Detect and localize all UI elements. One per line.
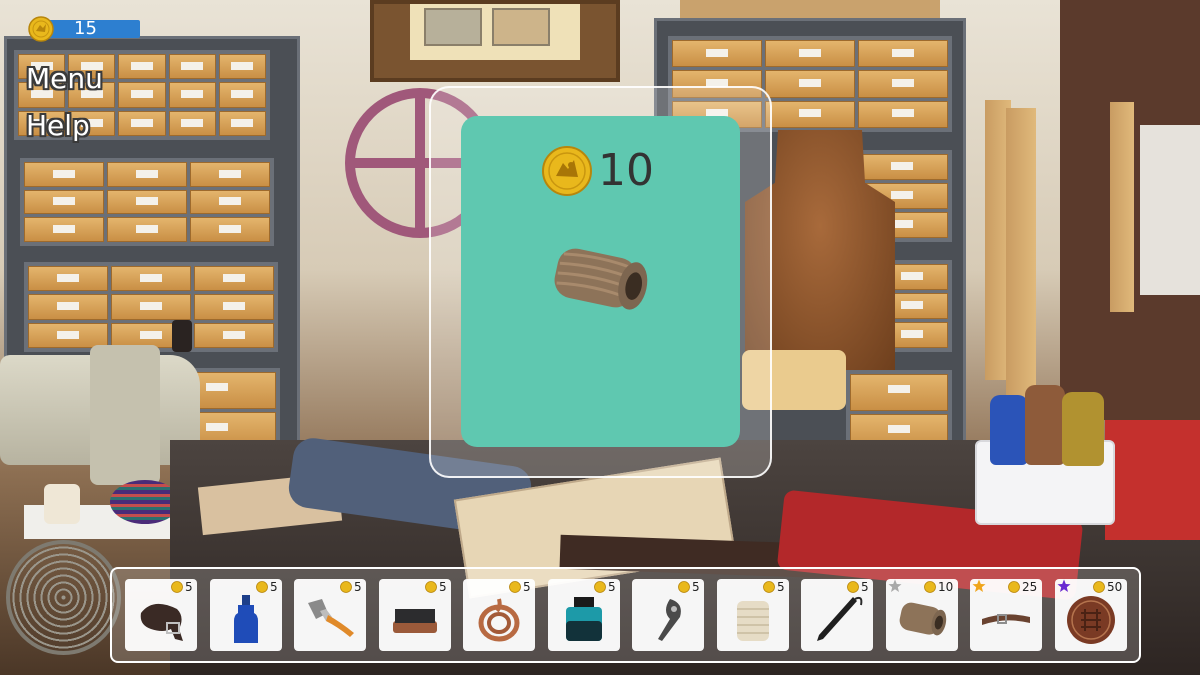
inventory-slot[interactable]: 25 xyxy=(970,579,1042,651)
wall-picture-frame xyxy=(370,0,620,82)
inventory-slot[interactable]: 5 xyxy=(125,579,197,651)
slot-price: 25 xyxy=(1022,580,1038,594)
inventory-slot[interactable]: 5 xyxy=(548,579,620,651)
gold-coin-icon xyxy=(256,581,268,593)
gold-coin-icon xyxy=(1008,581,1020,593)
gold-coin-icon xyxy=(847,581,859,593)
gold-coin-icon xyxy=(28,16,54,42)
ink-bottle-icon xyxy=(556,593,612,647)
gold-coin-icon xyxy=(425,581,437,593)
slot-price: 10 xyxy=(938,580,954,594)
inventory-slot[interactable]: 5 xyxy=(632,579,704,651)
popup-price: 10 xyxy=(598,145,654,196)
gold-coin-icon xyxy=(924,581,936,593)
gold-coin-icon xyxy=(678,581,690,593)
leather-knife-icon xyxy=(640,593,696,647)
slot-price: 5 xyxy=(861,580,869,594)
gold-coin-icon xyxy=(542,146,592,196)
slot-price: 50 xyxy=(1107,580,1123,594)
gold-coin-icon xyxy=(171,581,183,593)
inventory-slot[interactable]: 5 xyxy=(463,579,535,651)
floor-fan xyxy=(6,540,121,655)
slot-price: 5 xyxy=(185,580,193,594)
coin-counter: 15 xyxy=(28,16,140,42)
star-icon xyxy=(1057,579,1071,592)
gold-coin-icon xyxy=(340,581,352,593)
coin-count: 15 xyxy=(74,18,97,39)
gold-coin-icon xyxy=(509,581,521,593)
menu-button[interactable]: Menu xyxy=(26,64,103,94)
blue-bottle-icon xyxy=(218,593,274,647)
star-icon xyxy=(972,579,986,592)
slot-price: 5 xyxy=(523,580,531,594)
gold-coin-icon xyxy=(1093,581,1105,593)
twine-spool-icon xyxy=(894,593,950,647)
inventory-slot[interactable]: 5 xyxy=(801,579,873,651)
slot-price: 5 xyxy=(270,580,278,594)
slot-price: 5 xyxy=(608,580,616,594)
leather-cord-icon xyxy=(471,593,527,647)
inventory-slot[interactable]: 5 xyxy=(379,579,451,651)
slot-price: 5 xyxy=(354,580,362,594)
gold-coin-icon xyxy=(763,581,775,593)
leather-strap-icon xyxy=(978,593,1034,647)
leather-coaster-icon xyxy=(1063,593,1119,647)
inventory-slot[interactable]: 50 xyxy=(1055,579,1127,651)
scrub-brush-icon xyxy=(387,593,443,647)
slot-price: 5 xyxy=(692,580,700,594)
help-button[interactable]: Help xyxy=(26,111,90,141)
paintbrush-icon xyxy=(302,593,358,647)
slot-price: 5 xyxy=(439,580,447,594)
inventory-slot[interactable]: 5 xyxy=(717,579,789,651)
inventory-slot[interactable]: 5 xyxy=(294,579,366,651)
belt-icon xyxy=(133,593,189,647)
star-icon xyxy=(888,579,902,592)
white-thread-spool-icon xyxy=(725,593,781,647)
inventory-slot[interactable]: 10 xyxy=(886,579,958,651)
inventory-slot[interactable]: 5 xyxy=(210,579,282,651)
gold-coin-icon xyxy=(594,581,606,593)
twine-spool-icon xyxy=(554,248,648,310)
slot-price: 5 xyxy=(777,580,785,594)
black-awl-icon xyxy=(809,593,865,647)
